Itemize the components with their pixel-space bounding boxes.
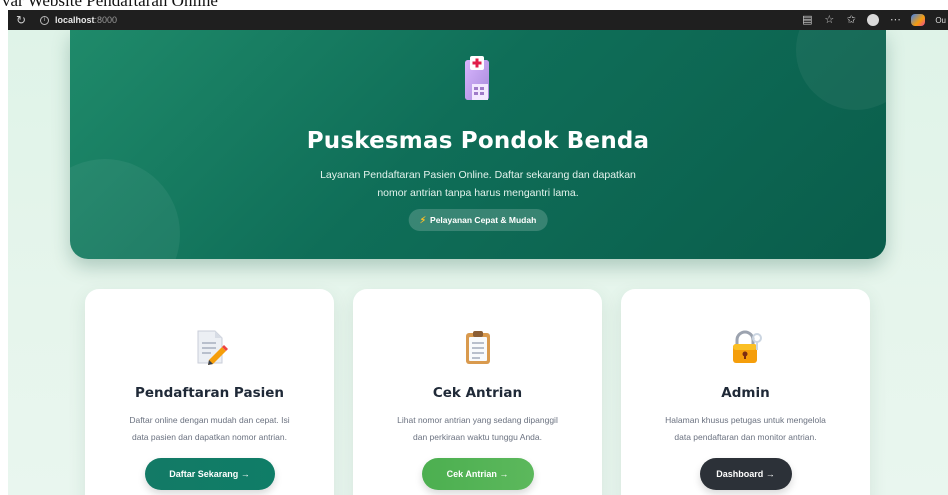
card-description-line: Halaman khusus petugas untuk mengelola xyxy=(665,415,826,425)
card-description-line: data pendaftaran dan monitor antrian. xyxy=(674,432,817,442)
reader-mode-icon[interactable]: ▤ xyxy=(801,14,813,26)
card-admin: Admin Halaman khusus petugas untuk menge… xyxy=(621,289,870,495)
hero-banner: Puskesmas Pondok Benda Layanan Pendaftar… xyxy=(70,30,886,259)
card-title: Admin xyxy=(721,385,770,401)
service-badge: ⚡︎ Pelayanan Cepat & Mudah xyxy=(408,209,548,231)
hero-subtitle-line: Layanan Pendaftaran Pasien Online. Dafta… xyxy=(320,169,636,181)
page-title: Puskesmas Pondok Benda xyxy=(306,128,650,154)
hero-subtitle-line: nomor antrian tanpa harus mengantri lama… xyxy=(377,187,579,199)
card-description-line: Daftar online dengan mudah dan cepat. Is… xyxy=(129,415,290,425)
card-description: Daftar online dengan mudah dan cepat. Is… xyxy=(103,412,316,446)
decorative-circle xyxy=(796,30,886,110)
favorite-star-icon[interactable]: ☆ xyxy=(823,14,835,26)
page-viewport: Puskesmas Pondok Benda Layanan Pendaftar… xyxy=(8,30,948,495)
card-cek-antrian: Cek Antrian Lihat nomor antrian yang sed… xyxy=(353,289,602,495)
card-description-line: dan perkiraan waktu tunggu Anda. xyxy=(412,432,542,442)
cek-antrian-button[interactable]: Cek Antrian → xyxy=(421,458,534,490)
dashboard-button[interactable]: Dashboard → xyxy=(699,458,792,490)
card-pendaftaran-pasien: Pendaftaran Pasien Daftar online dengan … xyxy=(85,289,334,495)
card-description-line: Lihat nomor antrian yang sedang dipanggi… xyxy=(397,415,558,425)
profile-label: Ou xyxy=(935,15,946,25)
clipboard-icon xyxy=(465,331,490,364)
hero-subtitle: Layanan Pendaftaran Pasien Online. Dafta… xyxy=(70,166,886,202)
daftar-sekarang-button[interactable]: Daftar Sekarang → xyxy=(144,458,275,490)
card-description-line: data pasien dan dapatkan nomor antrian. xyxy=(131,432,287,442)
favorites-bar-icon[interactable]: ✩ xyxy=(845,14,857,26)
copilot-icon[interactable] xyxy=(911,14,926,26)
address-bar[interactable]: i localhost:8000 xyxy=(34,12,123,28)
lock-key-icon xyxy=(732,330,762,363)
site-info-icon[interactable]: i xyxy=(40,15,49,25)
reload-icon[interactable]: ↻ xyxy=(12,10,30,30)
card-description: Lihat nomor antrian yang sedang dipanggi… xyxy=(371,412,584,446)
memo-pencil-icon xyxy=(197,330,228,365)
more-menu-icon[interactable]: ⋯ xyxy=(889,14,901,26)
card-description: Halaman khusus petugas untuk mengelola d… xyxy=(639,412,852,446)
url-host: localhost xyxy=(55,15,95,25)
url-port: :8000 xyxy=(94,15,118,25)
card-title: Pendaftaran Pasien xyxy=(134,385,285,401)
document-caption: var Website Pendaftaran Online xyxy=(2,0,218,10)
card-title: Cek Antrian xyxy=(432,385,523,401)
badge-label: Pelayanan Cepat & Mudah xyxy=(430,215,537,225)
lightning-icon: ⚡︎ xyxy=(419,214,427,225)
hospital-building-icon xyxy=(465,56,489,100)
profile-avatar[interactable] xyxy=(867,14,880,26)
browser-toolbar: ↻ i localhost:8000 ▤ ☆ ✩ ⋯ Ou xyxy=(8,10,948,30)
